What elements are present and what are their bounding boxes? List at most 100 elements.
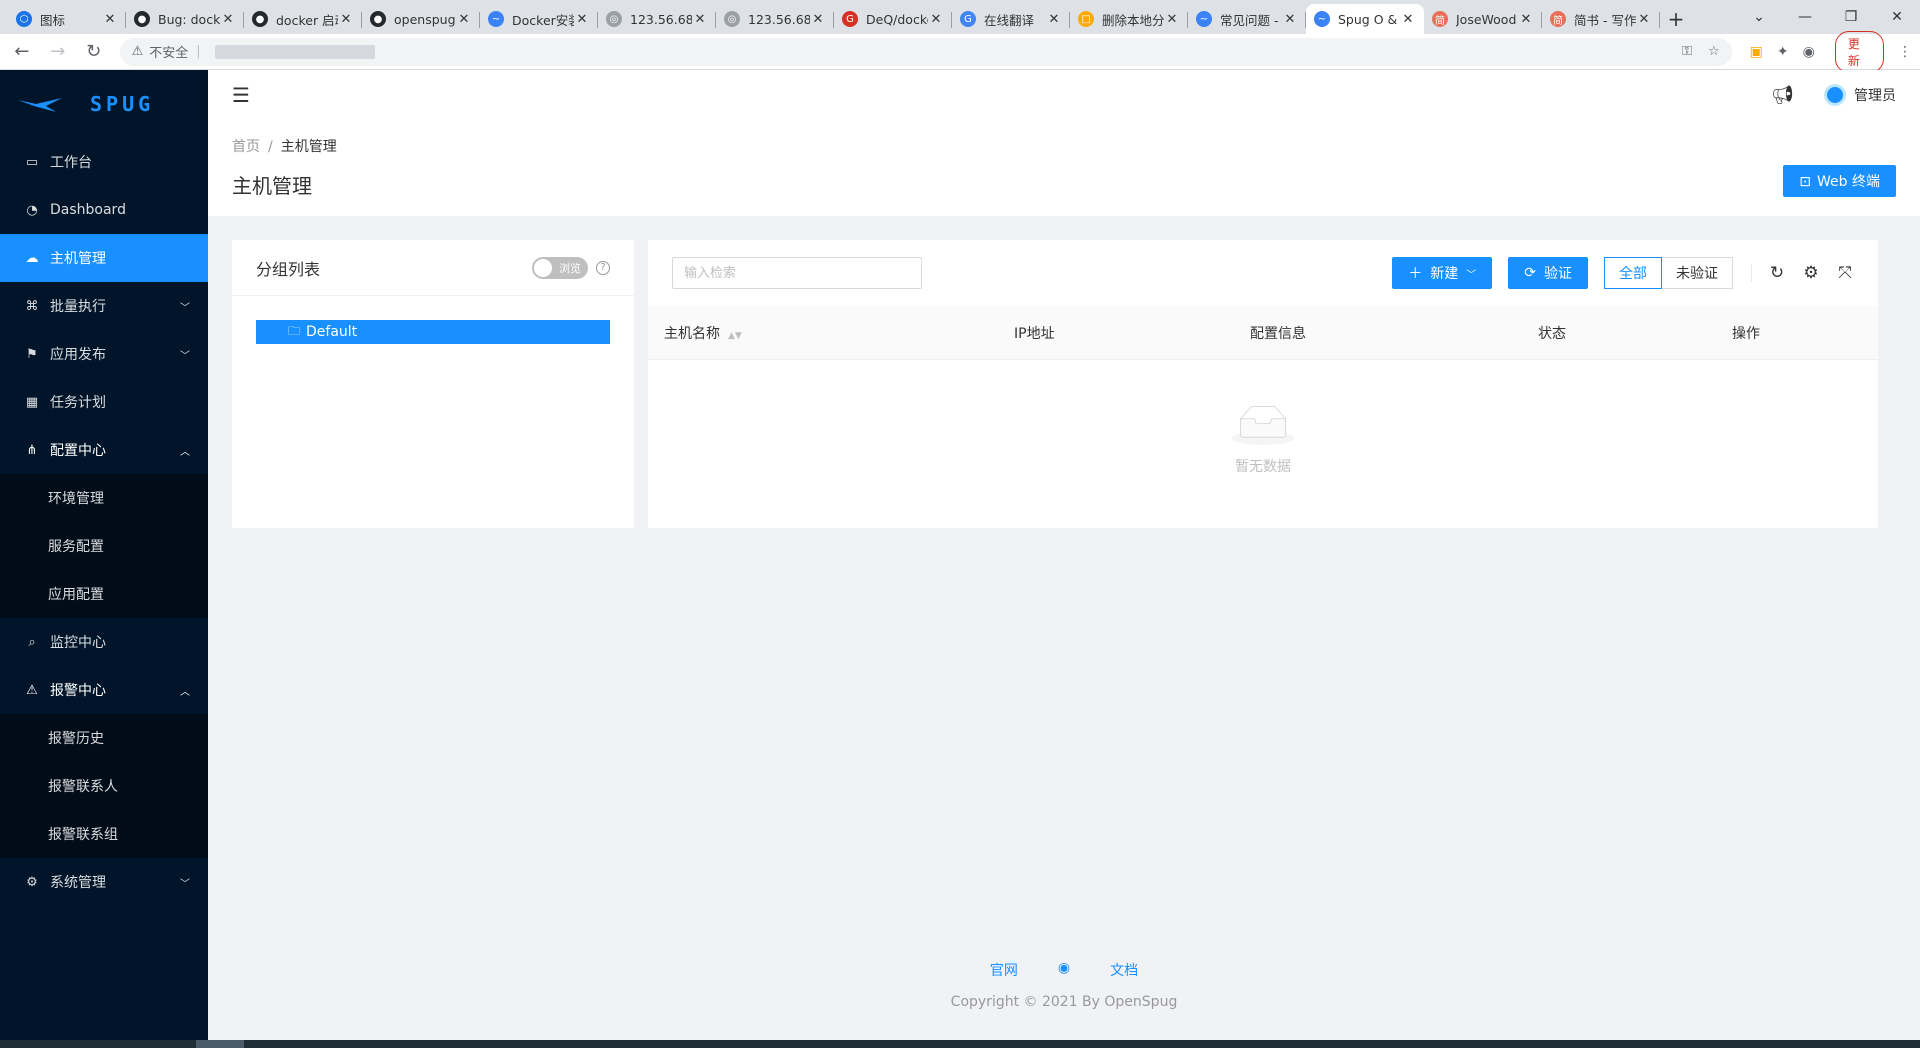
browser-tab[interactable]: G 在线翻译 ✕ (952, 4, 1070, 34)
sidebar-subitem[interactable]: 服务配置 (0, 522, 208, 570)
new-host-button[interactable]: ＋ 新建 ﹀ (1392, 257, 1493, 289)
menu-fold-icon[interactable]: ☰ (232, 83, 250, 107)
sidebar-item[interactable]: ☁ 主机管理 (0, 234, 208, 282)
update-button[interactable]: 更新 (1834, 30, 1884, 73)
profile-icon[interactable]: ◉ (1803, 44, 1815, 60)
favicon-icon: ● (134, 11, 150, 27)
schedule-icon: ▦ (25, 394, 39, 410)
back-button[interactable]: ← (8, 38, 36, 66)
close-tab-icon[interactable]: ✕ (692, 12, 708, 27)
tree-node-default[interactable]: 🗀︎ Default (256, 320, 610, 344)
taskbar (0, 1040, 1920, 1048)
warning-icon: ⚠ (131, 44, 144, 59)
fullscreen-icon[interactable]: ⤧ (1836, 263, 1854, 283)
url-separator: | (196, 44, 201, 59)
puzzle-icon[interactable]: ✦ (1777, 44, 1789, 60)
footer-link-docs[interactable]: 文档 (1110, 960, 1138, 980)
tab-title: 删除本地分支 (1102, 12, 1164, 28)
browser-tab[interactable]: ~ Spug O & M✕ (1306, 4, 1424, 34)
browser-tab[interactable]: ~ 常见问题 - ✕ (1188, 4, 1306, 34)
question-circle-icon[interactable]: ? (596, 260, 610, 275)
browser-tab[interactable]: ● docker 启动✕ (244, 4, 362, 34)
sidebar-item[interactable]: ⋔ 配置中心 ︿ (0, 426, 208, 474)
close-tab-icon[interactable]: ✕ (928, 12, 944, 27)
restore-button[interactable]: ❐ (1828, 9, 1874, 25)
browser-tab[interactable]: 简 JoseWood ✕ (1424, 4, 1542, 34)
browser-tab[interactable]: ◎ 123.56.68 ✕ (716, 4, 834, 34)
web-terminal-button[interactable]: ⊡ Web 终端 (1783, 165, 1896, 197)
close-tab-icon[interactable]: ✕ (574, 12, 590, 27)
minimize-button[interactable]: — (1782, 9, 1828, 25)
reload-button[interactable]: ↻ (80, 38, 108, 66)
browser-tab[interactable]: ● openspug ✕ (362, 4, 480, 34)
submenu-alarm: 报警历史 报警联系人 报警联系组 (0, 714, 208, 858)
column-hostname[interactable]: 主机名称 ▲▼ (664, 323, 742, 343)
sidebar-subitem[interactable]: 报警历史 (0, 714, 208, 762)
key-icon[interactable]: ⚿ (1682, 44, 1692, 59)
new-tab-button[interactable]: + (1660, 4, 1692, 34)
close-window-button[interactable]: ✕ (1874, 9, 1920, 25)
sidebar-item[interactable]: ⚑ 应用发布 ﹀ (0, 330, 208, 378)
submenu-config: 环境管理 服务配置 应用配置 (0, 474, 208, 618)
sidebar-item[interactable]: ◔ Dashboard (0, 186, 208, 234)
sidebar-subitem[interactable]: 报警联系组 (0, 810, 208, 858)
taskbar-item[interactable] (196, 1040, 244, 1048)
close-tab-icon[interactable]: ✕ (1636, 12, 1652, 27)
notification-icon[interactable]: 📢︎ (1771, 85, 1794, 106)
filter-unverified[interactable]: 未验证 (1662, 257, 1733, 289)
sidebar-item-alarm[interactable]: ⚠ 报警中心 ︿ (0, 666, 208, 714)
close-tab-icon[interactable]: ✕ (1282, 12, 1298, 27)
browser-tab[interactable]: □ 删除本地分支✕ (1070, 4, 1188, 34)
browser-tab[interactable]: 简简书 - 写作 ✕ (1542, 4, 1660, 34)
verify-button[interactable]: ⟳ 验证 (1508, 257, 1588, 289)
username[interactable]: 管理员 (1854, 85, 1896, 105)
close-tab-icon[interactable]: ✕ (1400, 12, 1416, 27)
browser-tab[interactable]: ⬡ 图标 ✕ (8, 4, 126, 34)
tab-title: Spug O & M (1338, 11, 1400, 27)
close-tab-icon[interactable]: ✕ (1518, 12, 1534, 27)
forward-button[interactable]: → (44, 38, 72, 66)
filter-all[interactable]: 全部 (1604, 257, 1662, 289)
sidebar-item[interactable]: ▭ 工作台 (0, 138, 208, 186)
sidebar-subitem[interactable]: 应用配置 (0, 570, 208, 618)
favicon-icon: ◎ (724, 11, 740, 27)
sort-icon[interactable]: ▲▼ (728, 331, 742, 341)
close-tab-icon[interactable]: ✕ (810, 12, 826, 27)
favicon-icon: 简 (1432, 11, 1448, 27)
setting-icon: ⚙ (26, 874, 38, 890)
reload-icon[interactable]: ↻ (1768, 263, 1786, 283)
more-menu-icon[interactable]: ⋮ (1898, 44, 1912, 60)
close-tab-icon[interactable]: ✕ (220, 12, 236, 27)
extension-icon[interactable]: ▣ (1750, 44, 1763, 60)
avatar[interactable] (1824, 84, 1846, 106)
logo[interactable]: SPUG (0, 70, 208, 138)
footer-link-website[interactable]: 官网 (990, 960, 1018, 980)
browser-tab[interactable]: G DeQ/docker✕ (834, 4, 952, 34)
sidebar-item[interactable]: ▦ 任务计划 (0, 378, 208, 426)
close-tab-icon[interactable]: ✕ (1046, 12, 1062, 27)
close-tab-icon[interactable]: ✕ (456, 12, 472, 27)
breadcrumb-home[interactable]: 首页 (232, 139, 260, 155)
browse-switch[interactable]: 浏览 (532, 256, 588, 279)
search-input[interactable] (672, 257, 922, 289)
github-icon[interactable]: ◉ (1058, 960, 1070, 980)
tab-search-icon[interactable]: ⌄ (1736, 9, 1782, 25)
sidebar-item-system[interactable]: ⚙ 系统管理 ﹀ (0, 858, 208, 906)
tab-title: Docker安装 (512, 12, 574, 28)
sidebar-item-monitor[interactable]: ⌕ 监控中心 (0, 618, 208, 666)
setting-icon[interactable]: ⚙ (1802, 263, 1820, 283)
bookmark-star-icon[interactable]: ☆ (1708, 44, 1720, 59)
close-tab-icon[interactable]: ✕ (1164, 12, 1180, 27)
sidebar-subitem[interactable]: 环境管理 (0, 474, 208, 522)
security-label: 不安全 (149, 46, 189, 61)
browser-tab[interactable]: ● Bug: docker✕ (126, 4, 244, 34)
sidebar-subitem[interactable]: 报警联系人 (0, 762, 208, 810)
omnibox-icons: ⚿ ☆ (1682, 44, 1720, 59)
browser-tab[interactable]: ◎ 123.56.68 ✕ (598, 4, 716, 34)
browser-tab[interactable]: ~ Docker安装 ✕ (480, 4, 598, 34)
close-tab-icon[interactable]: ✕ (102, 12, 118, 27)
close-tab-icon[interactable]: ✕ (338, 12, 354, 27)
empty-inbox-icon (1231, 406, 1295, 446)
url-omnibox[interactable]: ⚠ 不安全 | ⚿ ☆ (119, 37, 1732, 66)
sidebar-item[interactable]: ⌘ 批量执行 ﹀ (0, 282, 208, 330)
